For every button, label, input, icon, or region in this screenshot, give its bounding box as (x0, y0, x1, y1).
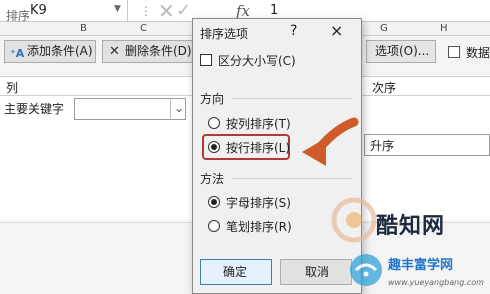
sort-by-row-radio[interactable] (208, 141, 220, 153)
data-has-headers-checkbox[interactable] (448, 46, 460, 58)
column-header[interactable]: G (380, 22, 388, 36)
primary-key-label: 主要关键字 (4, 102, 65, 116)
help-button[interactable]: ? (290, 23, 297, 39)
close-button[interactable]: × (330, 21, 343, 40)
pointer-arrow-icon (302, 117, 359, 166)
watermark-subtitle: 趣丰富学网 (388, 258, 454, 273)
delete-level-button[interactable]: ✕ 删除条件(D) (102, 40, 198, 63)
chevron-down-icon[interactable]: ⌄ (174, 101, 184, 115)
column-heading: 列 (6, 81, 19, 95)
formula-separator-icon: ⋮ (140, 4, 152, 18)
sort-options-title: 排序选项 (200, 27, 249, 41)
data-has-headers-label: 数据 (466, 46, 490, 60)
ok-button[interactable]: 确定 (200, 259, 272, 285)
sort-by-column-radio[interactable] (208, 117, 220, 129)
divider (232, 178, 352, 179)
watermark-url: www.yueyangbang.com (388, 278, 484, 287)
watermark-name: 酷知网 (376, 214, 446, 239)
stroke-sort-radio[interactable] (208, 220, 220, 232)
name-box-dropdown-icon[interactable]: ▼ (114, 4, 121, 14)
sort-dialog-title: 排序 (6, 9, 31, 23)
column-header[interactable]: C (140, 22, 147, 36)
stroke-sort-label: 笔划排序(R) (226, 220, 292, 234)
method-group-label: 方法 (200, 172, 225, 186)
case-sensitive-checkbox[interactable] (200, 54, 212, 66)
case-sensitive-label: 区分大小写(C) (218, 54, 296, 68)
add-level-icon: ⁺A (10, 47, 25, 60)
alphabetical-sort-radio[interactable] (208, 196, 220, 208)
confirm-entry-icon[interactable]: ✓ (176, 0, 191, 22)
cancel-entry-icon[interactable]: ✕ (158, 0, 175, 22)
sort-by-row-label: 按行排序(L) (226, 141, 291, 155)
column-header[interactable]: H (440, 22, 448, 36)
options-button[interactable]: 选项(O)... (366, 40, 436, 63)
direction-group-label: 方向 (200, 92, 225, 106)
cancel-label: 取消 (305, 265, 330, 279)
add-level-button[interactable]: ⁺A 添加条件(A) (4, 40, 96, 63)
sort-by-column-label: 按列排序(T) (226, 117, 291, 131)
delete-icon: ✕ (109, 44, 120, 59)
order-select-value: 升序 (370, 139, 395, 153)
add-level-label: 添加条件(A) (27, 44, 93, 58)
alphabetical-sort-label: 字母排序(S) (226, 196, 291, 210)
divider (232, 98, 352, 99)
ok-label: 确定 (223, 265, 248, 279)
column-header[interactable]: B (80, 22, 87, 36)
delete-level-label: 删除条件(D) (125, 44, 192, 58)
order-heading: 次序 (372, 81, 397, 95)
